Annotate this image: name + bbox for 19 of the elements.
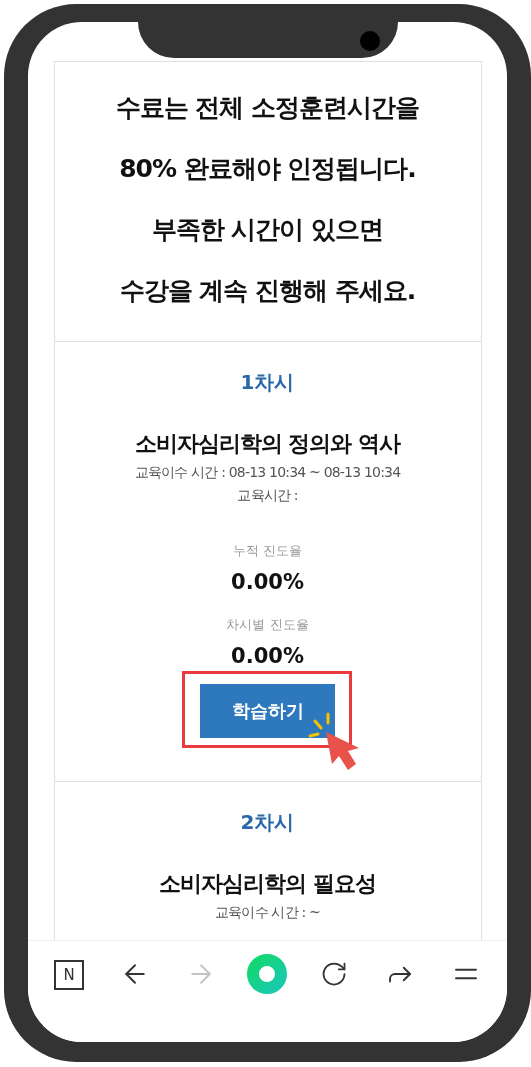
camera-dot bbox=[360, 31, 380, 51]
progress-value: 0.00% bbox=[231, 569, 304, 596]
notice-text: 수료는 전체 소정훈련시간을 bbox=[115, 92, 420, 124]
completion-time-text: 교육이수 시간 : 08-13 10:34 ~ 08-13 10:34 bbox=[134, 463, 401, 482]
lesson-title: 소비자심리학의 필요성 bbox=[159, 870, 376, 898]
study-button[interactable]: 학습하기 bbox=[200, 684, 335, 738]
progress-label: 차시별 진도율 bbox=[226, 616, 309, 634]
completion-time-text: 교육이수 시간 : ~ bbox=[215, 903, 320, 922]
notice-text: 80% 완료해야 인정됩니다. bbox=[119, 153, 416, 185]
progress-value: 0.00% bbox=[231, 643, 304, 670]
progress-label: 누적 진도율 bbox=[232, 542, 303, 560]
ring-icon bbox=[247, 954, 288, 994]
lesson-number: 2차시 bbox=[240, 809, 295, 836]
lesson-title: 소비자심리학의 정의와 역사 bbox=[134, 430, 401, 458]
notice-text: 부족한 시간이 있으면 bbox=[151, 214, 384, 246]
logo-button[interactable]: N bbox=[54, 960, 85, 990]
study-time-text: 교육시간 : bbox=[237, 486, 298, 505]
lesson-number: 1차시 bbox=[240, 369, 295, 396]
notice-text: 수강을 계속 진행해 주세요. bbox=[119, 275, 416, 307]
